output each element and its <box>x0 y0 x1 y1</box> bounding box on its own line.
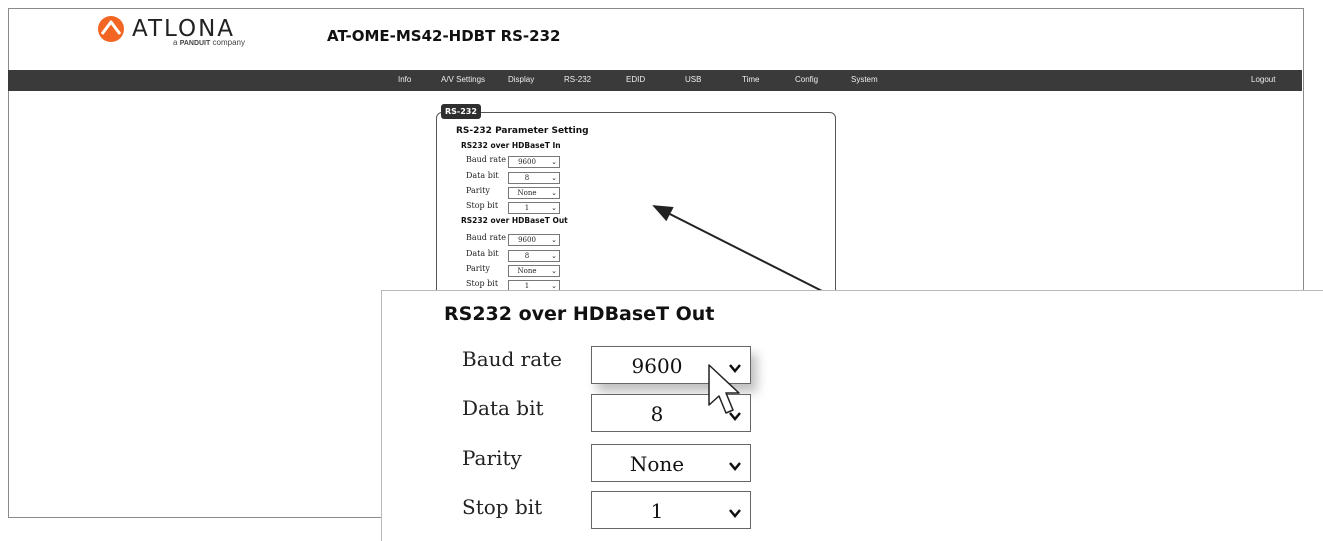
in-baud-select[interactable]: 9600 ⌄ <box>508 156 560 168</box>
chevron-down-icon: ⌄ <box>551 236 557 244</box>
zoom-stopbit-select[interactable]: 1 <box>591 491 751 529</box>
zoom-baud-label: Baud rate <box>462 347 563 371</box>
out-parity-label: Parity <box>466 264 490 273</box>
nav-display[interactable]: Display <box>508 75 534 84</box>
zoom-section-heading: RS232 over HDBaseT Out <box>444 303 715 325</box>
chevron-down-icon: ⌄ <box>551 174 557 182</box>
in-baud-label: Baud rate <box>466 155 507 164</box>
in-section-heading: RS232 over HDBaseT In <box>461 141 561 150</box>
nav-time[interactable]: Time <box>742 75 759 84</box>
chevron-down-icon: ⌄ <box>551 267 557 275</box>
zoom-parity-select[interactable]: None <box>591 444 751 482</box>
in-parity-label: Parity <box>466 186 490 195</box>
out-databit-label: Data bit <box>466 249 499 258</box>
nav-system[interactable]: System <box>851 75 878 84</box>
in-databit-select[interactable]: 8 ⌄ <box>508 172 560 184</box>
in-stopbit-label: Stop bit <box>466 201 499 210</box>
out-section-heading: RS232 over HDBaseT Out <box>461 216 568 225</box>
in-parity-select[interactable]: None ⌄ <box>508 187 560 199</box>
atlona-logo-icon <box>96 14 128 48</box>
chevron-down-icon <box>728 454 742 478</box>
callout-arrow-icon <box>652 205 829 295</box>
mouse-pointer-icon <box>708 364 740 414</box>
out-baud-label: Baud rate <box>466 233 507 242</box>
panel-title: RS-232 Parameter Setting <box>456 126 589 136</box>
chevron-down-icon <box>728 501 742 525</box>
chevron-down-icon: ⌄ <box>551 252 557 260</box>
nav-av-settings[interactable]: A/V Settings <box>441 75 485 84</box>
panduit-logo: PANDUIT <box>179 40 211 47</box>
page-title: AT-OME-MS42-HDBT RS-232 <box>327 27 561 45</box>
chevron-down-icon: ⌄ <box>551 189 557 197</box>
chevron-down-icon: ⌄ <box>551 158 557 166</box>
out-baud-select[interactable]: 9600 ⌄ <box>508 234 560 246</box>
nav-info[interactable]: Info <box>398 75 411 84</box>
out-stopbit-label: Stop bit <box>466 279 499 288</box>
nav-config[interactable]: Config <box>795 75 818 84</box>
brand-tagline: a PANDUIT company <box>173 38 245 47</box>
out-databit-select[interactable]: 8 ⌄ <box>508 250 560 262</box>
nav-logout[interactable]: Logout <box>1251 75 1275 84</box>
nav-edid[interactable]: EDID <box>626 75 645 84</box>
in-databit-label: Data bit <box>466 171 499 180</box>
chevron-down-icon: ⌄ <box>551 204 557 212</box>
top-nav: Info A/V Settings Display RS-232 EDID US… <box>8 70 1302 91</box>
out-parity-select[interactable]: None ⌄ <box>508 265 560 277</box>
nav-usb[interactable]: USB <box>685 75 701 84</box>
zoom-databit-label: Data bit <box>462 396 544 420</box>
panel-tab-rs232: RS-232 <box>441 104 481 119</box>
zoom-parity-label: Parity <box>462 446 522 470</box>
zoom-stopbit-label: Stop bit <box>462 495 543 519</box>
nav-rs232[interactable]: RS-232 <box>564 75 591 84</box>
in-stopbit-select[interactable]: 1 ⌄ <box>508 202 560 214</box>
